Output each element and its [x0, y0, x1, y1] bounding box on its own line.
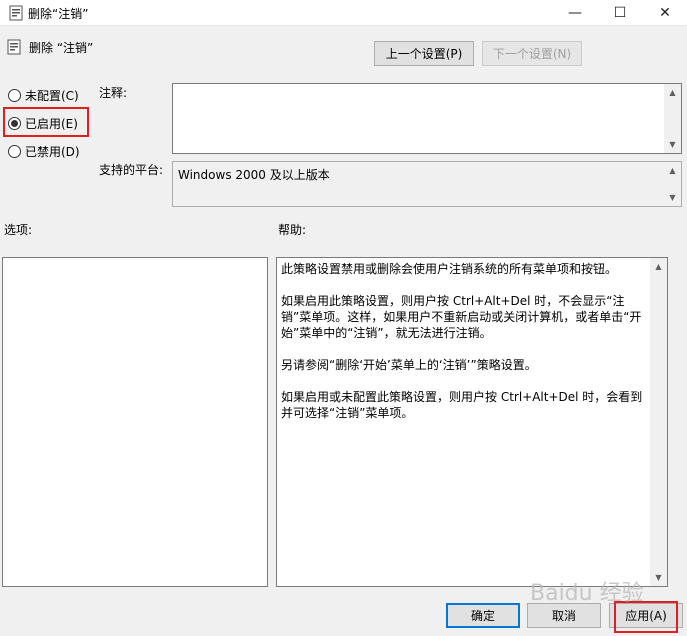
radio-indicator[interactable] [8, 89, 21, 102]
scroll-down-icon[interactable]: ▼ [664, 189, 681, 206]
scroll-down-icon[interactable]: ▼ [664, 136, 681, 153]
comment-textarea[interactable]: ▲ ▼ [172, 83, 682, 154]
platform-value: Windows 2000 及以上版本 [178, 168, 330, 182]
next-setting-button[interactable]: 下一个设置(N) [482, 41, 582, 66]
watermark: Baidu 经验 [530, 581, 644, 606]
ok-button[interactable]: 确定 [446, 603, 520, 628]
platform-field: Windows 2000 及以上版本 ▲ ▼ [172, 161, 682, 207]
help-label: 帮助: [278, 223, 307, 237]
policy-icon [9, 5, 23, 21]
radio-not-configured[interactable]: 未配置(C) [8, 87, 79, 104]
platform-scrollbar[interactable]: ▲ ▼ [664, 162, 681, 206]
radio-label: 已禁用(D) [25, 145, 80, 159]
comment-scrollbar[interactable]: ▲ ▼ [664, 84, 681, 153]
maximize-icon[interactable]: ☐ [598, 0, 642, 26]
radio-disabled[interactable]: 已禁用(D) [8, 143, 80, 160]
help-scrollbar[interactable]: ▲ ▼ [650, 258, 667, 586]
prev-setting-button[interactable]: 上一个设置(P) [374, 41, 474, 66]
scroll-down-icon[interactable]: ▼ [650, 569, 667, 586]
highlight-box [3, 107, 89, 137]
help-pane: 此策略设置禁用或删除会使用户注销系统的所有菜单项和按钮。 如果启用此策略设置，则… [276, 257, 668, 587]
help-paragraph: 如果启用此策略设置，则用户按 Ctrl+Alt+Del 时，不会显示“注销”菜单… [281, 294, 642, 340]
window-title: 删除“注销” [28, 7, 89, 21]
scroll-up-icon[interactable]: ▲ [664, 162, 681, 179]
radio-label: 未配置(C) [25, 89, 79, 103]
help-text: 此策略设置禁用或删除会使用户注销系统的所有菜单项和按钮。 如果启用此策略设置，则… [281, 261, 647, 437]
close-icon[interactable]: ✕ [643, 0, 687, 26]
scroll-up-icon[interactable]: ▲ [664, 84, 681, 101]
help-paragraph: 另请参阅“删除‘开始’菜单上的‘注销’”策略设置。 [281, 358, 537, 372]
scroll-up-icon[interactable]: ▲ [650, 258, 667, 275]
page-title: 删除 “注销” [29, 41, 94, 55]
title-bar: 删除“注销” — ☐ ✕ [0, 0, 687, 26]
help-paragraph: 此策略设置禁用或删除会使用户注销系统的所有菜单项和按钮。 [281, 262, 618, 276]
radio-indicator[interactable] [8, 145, 21, 158]
help-paragraph: 如果启用或未配置此策略设置，则用户按 Ctrl+Alt+Del 时，会看到并可选… [281, 390, 643, 420]
comment-label: 注释: [99, 86, 128, 100]
options-pane [2, 257, 268, 587]
minimize-icon[interactable]: — [553, 0, 597, 26]
options-label: 选项: [4, 223, 33, 237]
policy-icon [7, 39, 21, 55]
platform-label: 支持的平台: [99, 163, 164, 177]
